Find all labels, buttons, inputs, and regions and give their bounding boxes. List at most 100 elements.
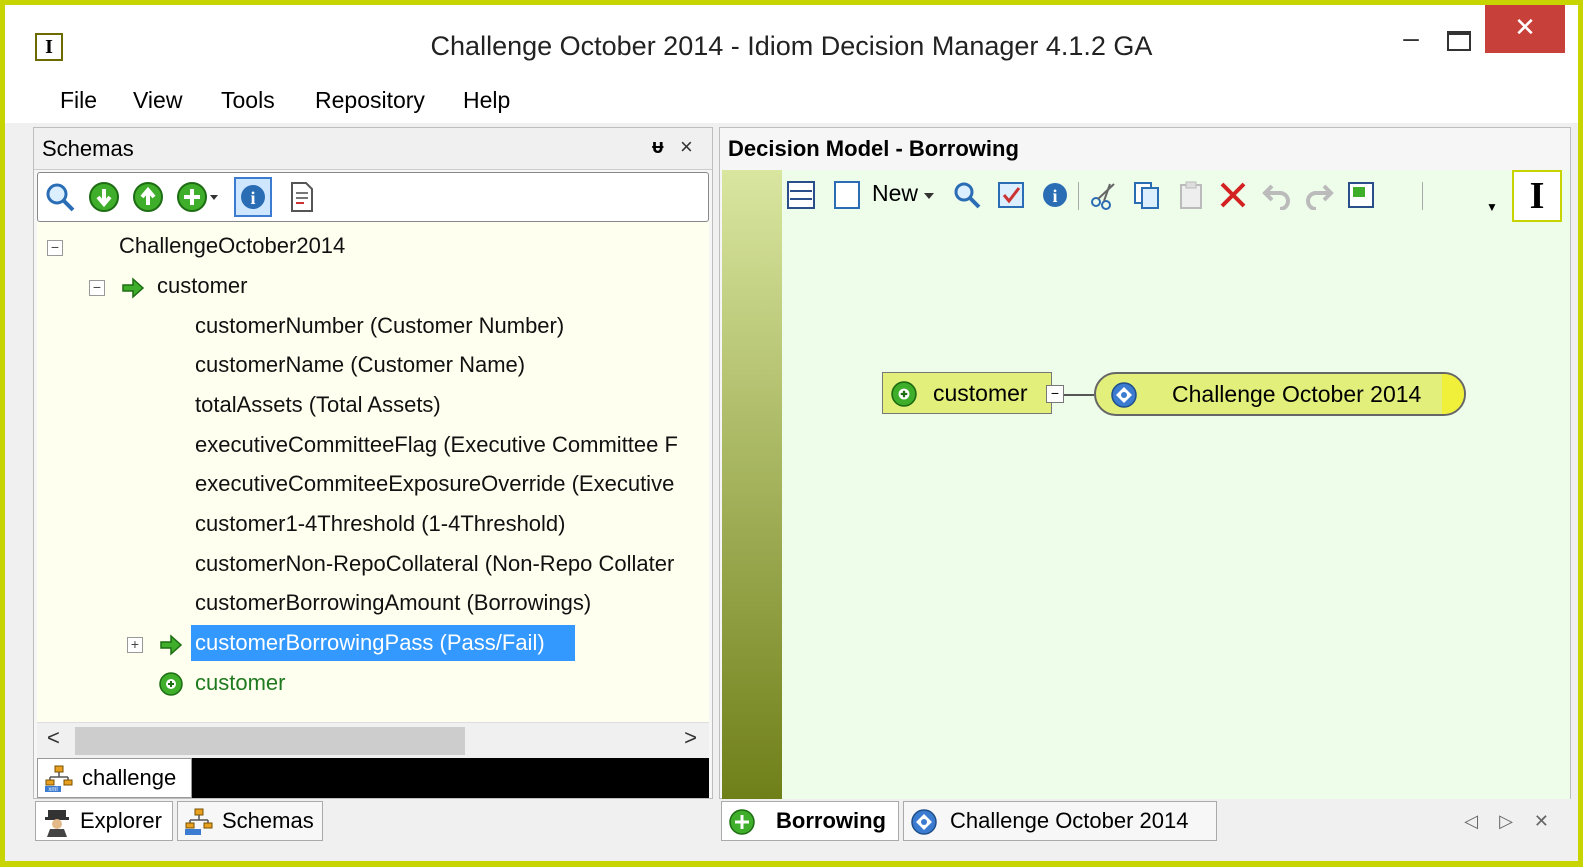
tree-field[interactable]: customer1-4Threshold (1-4Threshold) <box>195 506 566 542</box>
tree-field[interactable]: customerBorrowingAmount (Borrowings) <box>195 585 591 621</box>
menu-tools[interactable]: Tools <box>221 87 275 114</box>
app-window: I Challenge October 2014 - Idiom Decisio… <box>0 0 1583 867</box>
decision-model-panel: Decision Model - Borrowing New i ▼ I cus… <box>719 127 1571 800</box>
validate-icon[interactable] <box>996 180 1026 210</box>
new-dropdown-icon[interactable] <box>922 180 936 210</box>
file-tab-challenge[interactable]: xml challenge <box>37 758 192 798</box>
file-tab-label: challenge <box>82 765 177 790</box>
tree-expander-root[interactable]: − <box>47 240 63 256</box>
zoom-icon[interactable] <box>952 180 982 210</box>
close-panel-icon[interactable]: × <box>680 134 693 160</box>
new-button[interactable]: New <box>872 180 918 207</box>
tab-explorer[interactable]: Explorer <box>35 801 173 841</box>
toolbar-separator <box>1078 182 1079 210</box>
menu-help[interactable]: Help <box>463 87 510 114</box>
text-cursor-icon[interactable]: I <box>1512 170 1562 222</box>
add-element-icon <box>159 672 183 696</box>
pin-icon[interactable]: ᵾ <box>652 136 664 159</box>
scrollbar-thumb[interactable] <box>75 727 465 755</box>
svg-text:xml: xml <box>48 787 57 793</box>
tab-challenge-label: Challenge October 2014 <box>950 808 1189 833</box>
save-icon[interactable] <box>786 180 816 210</box>
tree-customer-group[interactable]: customer <box>157 268 247 304</box>
menu-file[interactable]: File <box>60 87 97 114</box>
toolbar-overflow-icon[interactable]: ▼ <box>1486 200 1498 214</box>
zoom-icon[interactable] <box>44 181 76 213</box>
tab-navigation-icons[interactable]: ◁ ▷ ✕ <box>1464 811 1557 832</box>
menu-repository[interactable]: Repository <box>315 87 425 114</box>
tree-field-selected[interactable]: customerBorrowingPass (Pass/Fail) <box>191 625 575 661</box>
schemas-panel: Schemas ᵾ × i − ChallengeOctober2014 − c… <box>33 127 713 799</box>
tree-root[interactable]: ChallengeOctober2014 <box>119 228 345 264</box>
tree-field[interactable]: totalAssets (Total Assets) <box>195 387 441 423</box>
node-tail <box>1442 374 1464 414</box>
green-arrow-icon <box>160 634 183 656</box>
tree-field[interactable]: executiveCommitteeFlag (Executive Commit… <box>195 427 678 463</box>
document-icon[interactable] <box>286 181 318 213</box>
scroll-right-icon[interactable]: > <box>684 725 697 751</box>
schema-tree: − ChallengeOctober2014 − customer custom… <box>37 222 709 722</box>
move-down-icon[interactable] <box>88 181 120 213</box>
svg-text:i: i <box>1052 186 1057 206</box>
info-icon[interactable]: i <box>234 177 272 217</box>
node-customer-label: customer <box>933 380 1028 406</box>
tree-customer-element[interactable]: customer <box>195 665 285 701</box>
window-title: Challenge October 2014 - Idiom Decision … <box>430 31 1153 61</box>
decision-model-toolbar: New i ▼ I <box>782 170 1570 234</box>
tab-schemas-label: Schemas <box>222 808 314 833</box>
export-icon[interactable] <box>1346 180 1376 210</box>
node-collapse-toggle[interactable]: − <box>1046 385 1064 403</box>
decision-node-icon <box>911 809 937 835</box>
decision-model-title: Decision Model - Borrowing <box>728 136 1019 161</box>
tab-explorer-label: Explorer <box>80 808 162 833</box>
svg-text:i: i <box>250 188 255 208</box>
schemas-panel-header: Schemas ᵾ × <box>34 128 712 170</box>
schema-file-tabstrip: xml challenge <box>37 758 709 798</box>
tree-field[interactable]: customerName (Customer Name) <box>195 347 525 383</box>
add-element-icon <box>891 381 917 407</box>
xml-schema-icon: xml <box>45 765 73 793</box>
xml-schema-icon <box>185 808 213 835</box>
tab-borrowing[interactable]: Borrowing <box>721 801 899 841</box>
left-bottom-tabs: Explorer Schemas <box>33 799 713 845</box>
tree-field[interactable]: executiveCommiteeExposureOverride (Execu… <box>195 466 674 502</box>
paste-icon[interactable] <box>1176 180 1206 210</box>
green-arrow-icon <box>122 277 145 299</box>
title-bar: I Challenge October 2014 - Idiom Decisio… <box>5 5 1578 83</box>
schemas-toolbar: i <box>37 172 709 222</box>
add-dropdown-icon[interactable] <box>176 181 220 213</box>
redo-icon[interactable] <box>1304 180 1334 210</box>
copy-icon[interactable] <box>1132 180 1162 210</box>
schemas-panel-title: Schemas <box>42 136 134 161</box>
tree-field[interactable]: customerNon-RepoCollateral (Non-Repo Col… <box>195 546 674 582</box>
undo-icon[interactable] <box>1262 180 1292 210</box>
node-challenge-label: Challenge October 2014 <box>1172 381 1422 407</box>
menu-bar: File View Tools Repository Help <box>5 83 1578 123</box>
node-connector <box>1064 394 1094 396</box>
tab-schemas[interactable]: Schemas <box>177 801 323 841</box>
info-icon[interactable]: i <box>1040 180 1070 210</box>
tree-expander-customer[interactable]: − <box>89 280 105 296</box>
delete-icon[interactable] <box>1218 180 1248 210</box>
menu-view[interactable]: View <box>133 87 182 114</box>
scroll-left-icon[interactable]: < <box>47 725 60 751</box>
move-up-icon[interactable] <box>132 181 164 213</box>
new-icon[interactable] <box>832 180 862 210</box>
horizontal-scrollbar[interactable]: < > <box>37 722 709 758</box>
node-challenge-october-2014[interactable]: Challenge October 2014 <box>1094 372 1466 416</box>
close-button[interactable]: ✕ <box>1485 5 1565 53</box>
tab-borrowing-label: Borrowing <box>776 808 886 833</box>
tab-challenge-october-2014[interactable]: Challenge October 2014 <box>903 801 1217 841</box>
explorer-icon <box>45 810 69 837</box>
tree-expander-pass[interactable]: + <box>127 637 143 653</box>
add-circle-icon <box>729 809 755 835</box>
decision-model-canvas[interactable] <box>782 234 1570 800</box>
tree-field[interactable]: customerNumber (Customer Number) <box>195 308 564 344</box>
decision-node-icon <box>1111 382 1137 408</box>
palette-strip <box>722 170 782 800</box>
minimize-button[interactable]: – <box>1391 21 1431 61</box>
cut-icon[interactable] <box>1088 180 1118 210</box>
right-bottom-tabs: Borrowing Challenge October 2014 ◁ ▷ ✕ <box>719 799 1571 845</box>
maximize-button[interactable] <box>1439 19 1479 59</box>
node-customer[interactable]: customer <box>882 372 1052 414</box>
